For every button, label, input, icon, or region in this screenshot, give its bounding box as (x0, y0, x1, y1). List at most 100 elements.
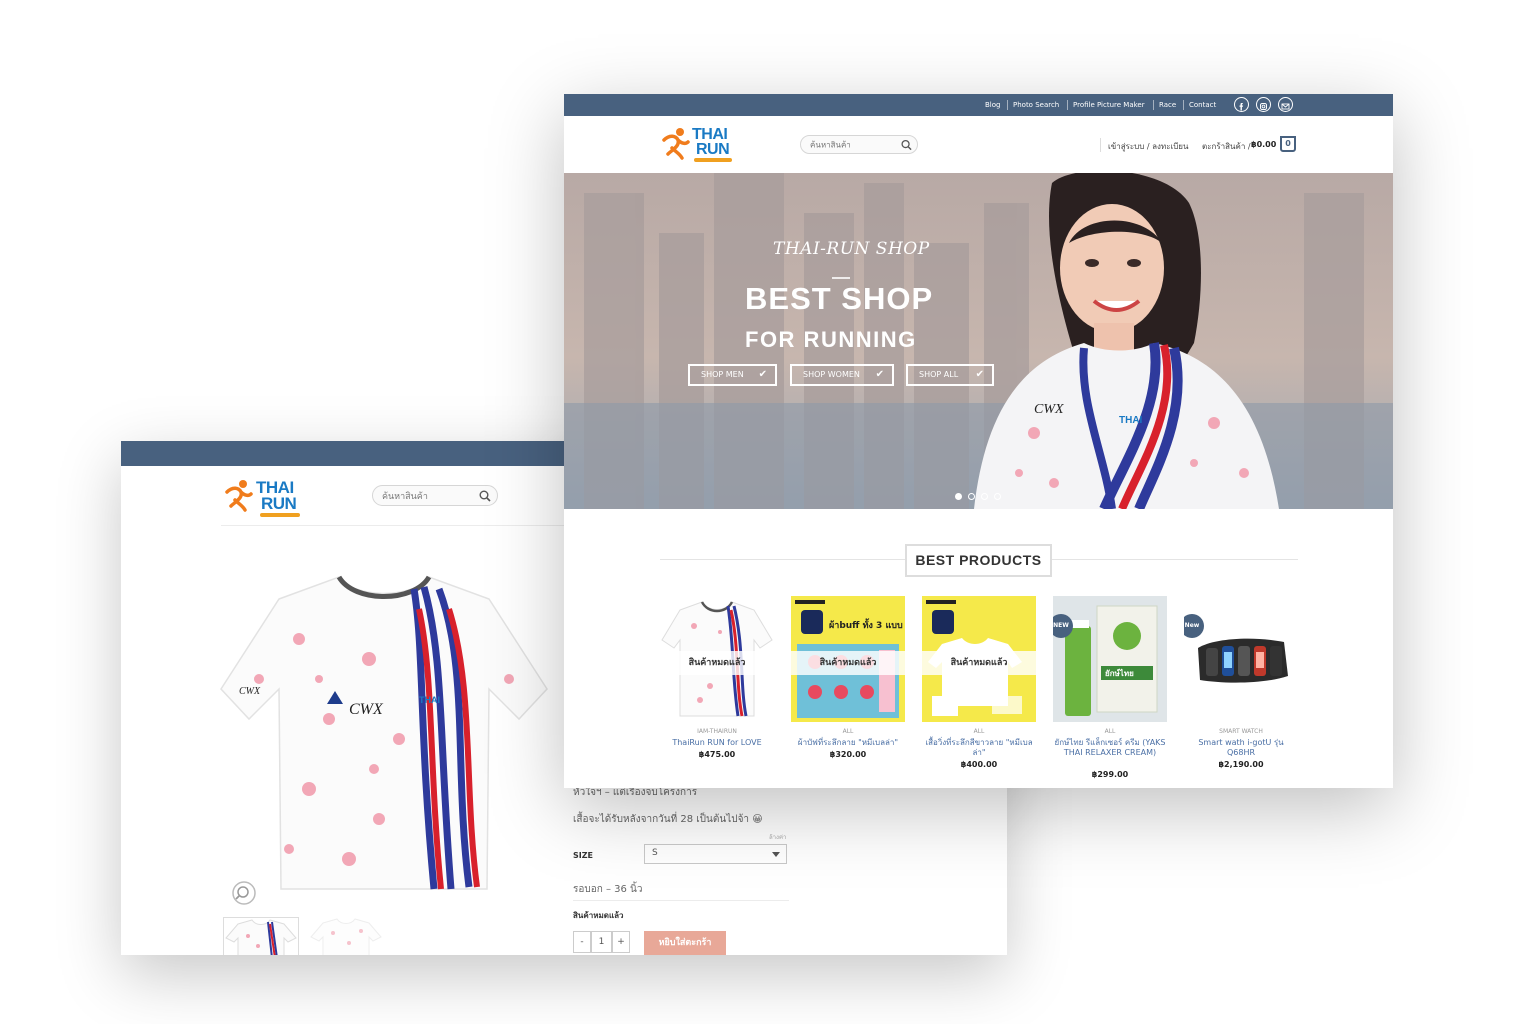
thairun-logo[interactable]: THAI RUN (660, 124, 736, 162)
nav-blog[interactable]: Blog (985, 94, 1000, 116)
login-register-link[interactable]: เข้าสู่ระบบ / ลงทะเบียน (1108, 140, 1188, 153)
nav-separator (1153, 100, 1154, 110)
email-icon[interactable] (1278, 97, 1293, 112)
search-bar[interactable]: ค้นหาสินค้า (372, 485, 498, 506)
description-line-2: เสื้อจะได้รับหลังจากวันที่ 28 เป็นต้นไปจ… (573, 814, 763, 825)
svg-text:CWX: CWX (1034, 402, 1064, 417)
product-price: ฿299.00 (1091, 770, 1129, 779)
logo-tagline (694, 158, 732, 162)
logo-run-text: RUN (696, 141, 730, 158)
product-image[interactable]: New (1184, 596, 1298, 722)
cart-icon[interactable]: 0 (1280, 136, 1296, 152)
product-art-text: ยักษ์ไทย (1105, 668, 1134, 678)
clear-link[interactable]: ล้างค่า (769, 832, 786, 842)
hero-background: CWX THAI (564, 173, 1393, 509)
check-icon: ✔ (975, 369, 984, 380)
product-image[interactable]: ยักษ์ไทย NEW (1053, 596, 1167, 722)
logo-tagline (260, 513, 300, 517)
product-image[interactable]: สินค้าหมดแล้ว (922, 596, 1036, 722)
hero-divider (832, 277, 850, 279)
nav-profile-picture-maker[interactable]: Profile Picture Maker (1073, 94, 1145, 116)
nav-contact[interactable]: Contact (1189, 94, 1216, 116)
product-price: ฿2,190.00 (1218, 760, 1264, 769)
product-name[interactable]: ThaiRun RUN for LOVE (660, 738, 774, 748)
product-image[interactable]: ผ้าbuff ทั้ง 3 แบบ สินค้าหมดแล้ว (791, 596, 905, 722)
size-select-value: S (652, 848, 658, 858)
runner-icon (225, 480, 253, 512)
hero-subtitle: FOR RUNNING (745, 327, 917, 352)
qty-minus-button[interactable]: - (573, 931, 591, 953)
search-input[interactable]: ค้นหาสินค้า (810, 138, 851, 151)
cart-label[interactable]: ตะกร้าสินค้า / (1202, 140, 1251, 153)
thairun-logo[interactable]: THAI RUN (223, 476, 305, 517)
top-bar: Blog Photo Search Profile Picture Maker … (564, 94, 1393, 116)
slide-dot-1[interactable] (955, 493, 962, 500)
product-category: IAM-THAIRUN (697, 728, 737, 735)
soldout-label: สินค้าหมดแล้ว (922, 651, 1036, 675)
product-price: ฿475.00 (698, 750, 736, 759)
product-price: ฿400.00 (960, 760, 998, 769)
hero-banner: CWX THAI THAI-RUN SHOP BEST SHOP FOR RUN… (564, 173, 1393, 509)
product-image[interactable]: สินค้าหมดแล้ว (660, 596, 774, 722)
shop-women-label: SHOP WOMEN (803, 370, 860, 379)
size-select[interactable]: S (644, 844, 787, 864)
slide-dot-2[interactable] (968, 493, 975, 500)
qty-input[interactable]: 1 (591, 931, 612, 953)
product-category: ALL (1104, 728, 1116, 735)
product-name[interactable]: ยักษ์ไทย รีแล็กเซอร์ ครีม (YAKS THAI REL… (1053, 738, 1167, 758)
zoom-icon[interactable] (231, 880, 257, 906)
add-to-cart-button[interactable]: หยิบใส่ตะกร้า (644, 931, 726, 955)
shop-men-button[interactable]: SHOP MEN ✔ (688, 364, 777, 386)
qty-plus-button[interactable]: + (612, 931, 630, 953)
chevron-down-icon (772, 852, 780, 857)
nav-separator (1183, 100, 1184, 110)
svg-text:THAI: THAI (1119, 415, 1143, 426)
cart-total[interactable]: ฿0.00 (1251, 140, 1276, 149)
thumbnail-1[interactable] (223, 917, 299, 955)
section-rule-right (1052, 559, 1298, 560)
facebook-icon[interactable] (1234, 97, 1249, 112)
svg-text:CWX: CWX (349, 701, 384, 718)
instagram-icon[interactable] (1256, 97, 1271, 112)
product-category: SMART WATCH (1219, 728, 1263, 735)
svg-text:THAI: THAI (419, 695, 440, 705)
slide-dot-4[interactable] (994, 493, 1001, 500)
shop-men-label: SHOP MEN (701, 370, 744, 379)
search-icon[interactable] (479, 490, 491, 502)
nav-separator (1007, 100, 1008, 110)
hero-script-title: THAI-RUN SHOP (773, 239, 930, 259)
section-rule-left (660, 559, 905, 560)
thumbnail-2[interactable] (309, 917, 383, 955)
product-name[interactable]: Smart wath i-gotU รุ่น Q68HR (1184, 738, 1298, 758)
logo-run-text: RUN (261, 494, 297, 513)
soldout-label: สินค้าหมดแล้ว (791, 651, 905, 675)
product-category: ALL (842, 728, 854, 735)
product-category: ALL (973, 728, 985, 735)
chest-size-text: รอบอก – 36 นิ้ว (573, 884, 643, 895)
svg-text:CWX: CWX (239, 686, 261, 697)
product-name[interactable]: ผ้าบัฟที่ระลึกลาย "หมีเบลล่า" (791, 738, 905, 748)
divider (573, 900, 789, 901)
check-icon: ✔ (758, 369, 767, 380)
hero-title: BEST SHOP (745, 281, 934, 316)
search-input[interactable]: ค้นหาสินค้า (382, 489, 428, 503)
product-price: ฿320.00 (829, 750, 867, 759)
product-name[interactable]: เสื้อวิ่งที่ระลึกสีขาวลาย "หมีเบลล่า" (922, 738, 1036, 758)
shop-women-button[interactable]: SHOP WOMEN ✔ (790, 364, 894, 386)
stock-status: สินค้าหมดแล้ว (573, 911, 624, 920)
search-icon[interactable] (901, 139, 912, 150)
shop-all-label: SHOP ALL (919, 370, 959, 379)
product-shirt-image: CWX CWX THAI (220, 575, 548, 890)
size-label: SIZE (573, 851, 594, 860)
section-title: BEST PRODUCTS (905, 544, 1052, 577)
runner-icon (662, 128, 690, 160)
nav-separator (1067, 100, 1068, 110)
soldout-label: สินค้าหมดแล้ว (660, 651, 774, 675)
search-bar[interactable]: ค้นหาสินค้า (800, 135, 918, 154)
slide-dot-3[interactable] (981, 493, 988, 500)
nav-photo-search[interactable]: Photo Search (1013, 94, 1059, 116)
shop-home-window: Blog Photo Search Profile Picture Maker … (564, 94, 1393, 788)
check-icon: ✔ (875, 369, 884, 380)
nav-race[interactable]: Race (1159, 94, 1176, 116)
shop-all-button[interactable]: SHOP ALL ✔ (906, 364, 994, 386)
